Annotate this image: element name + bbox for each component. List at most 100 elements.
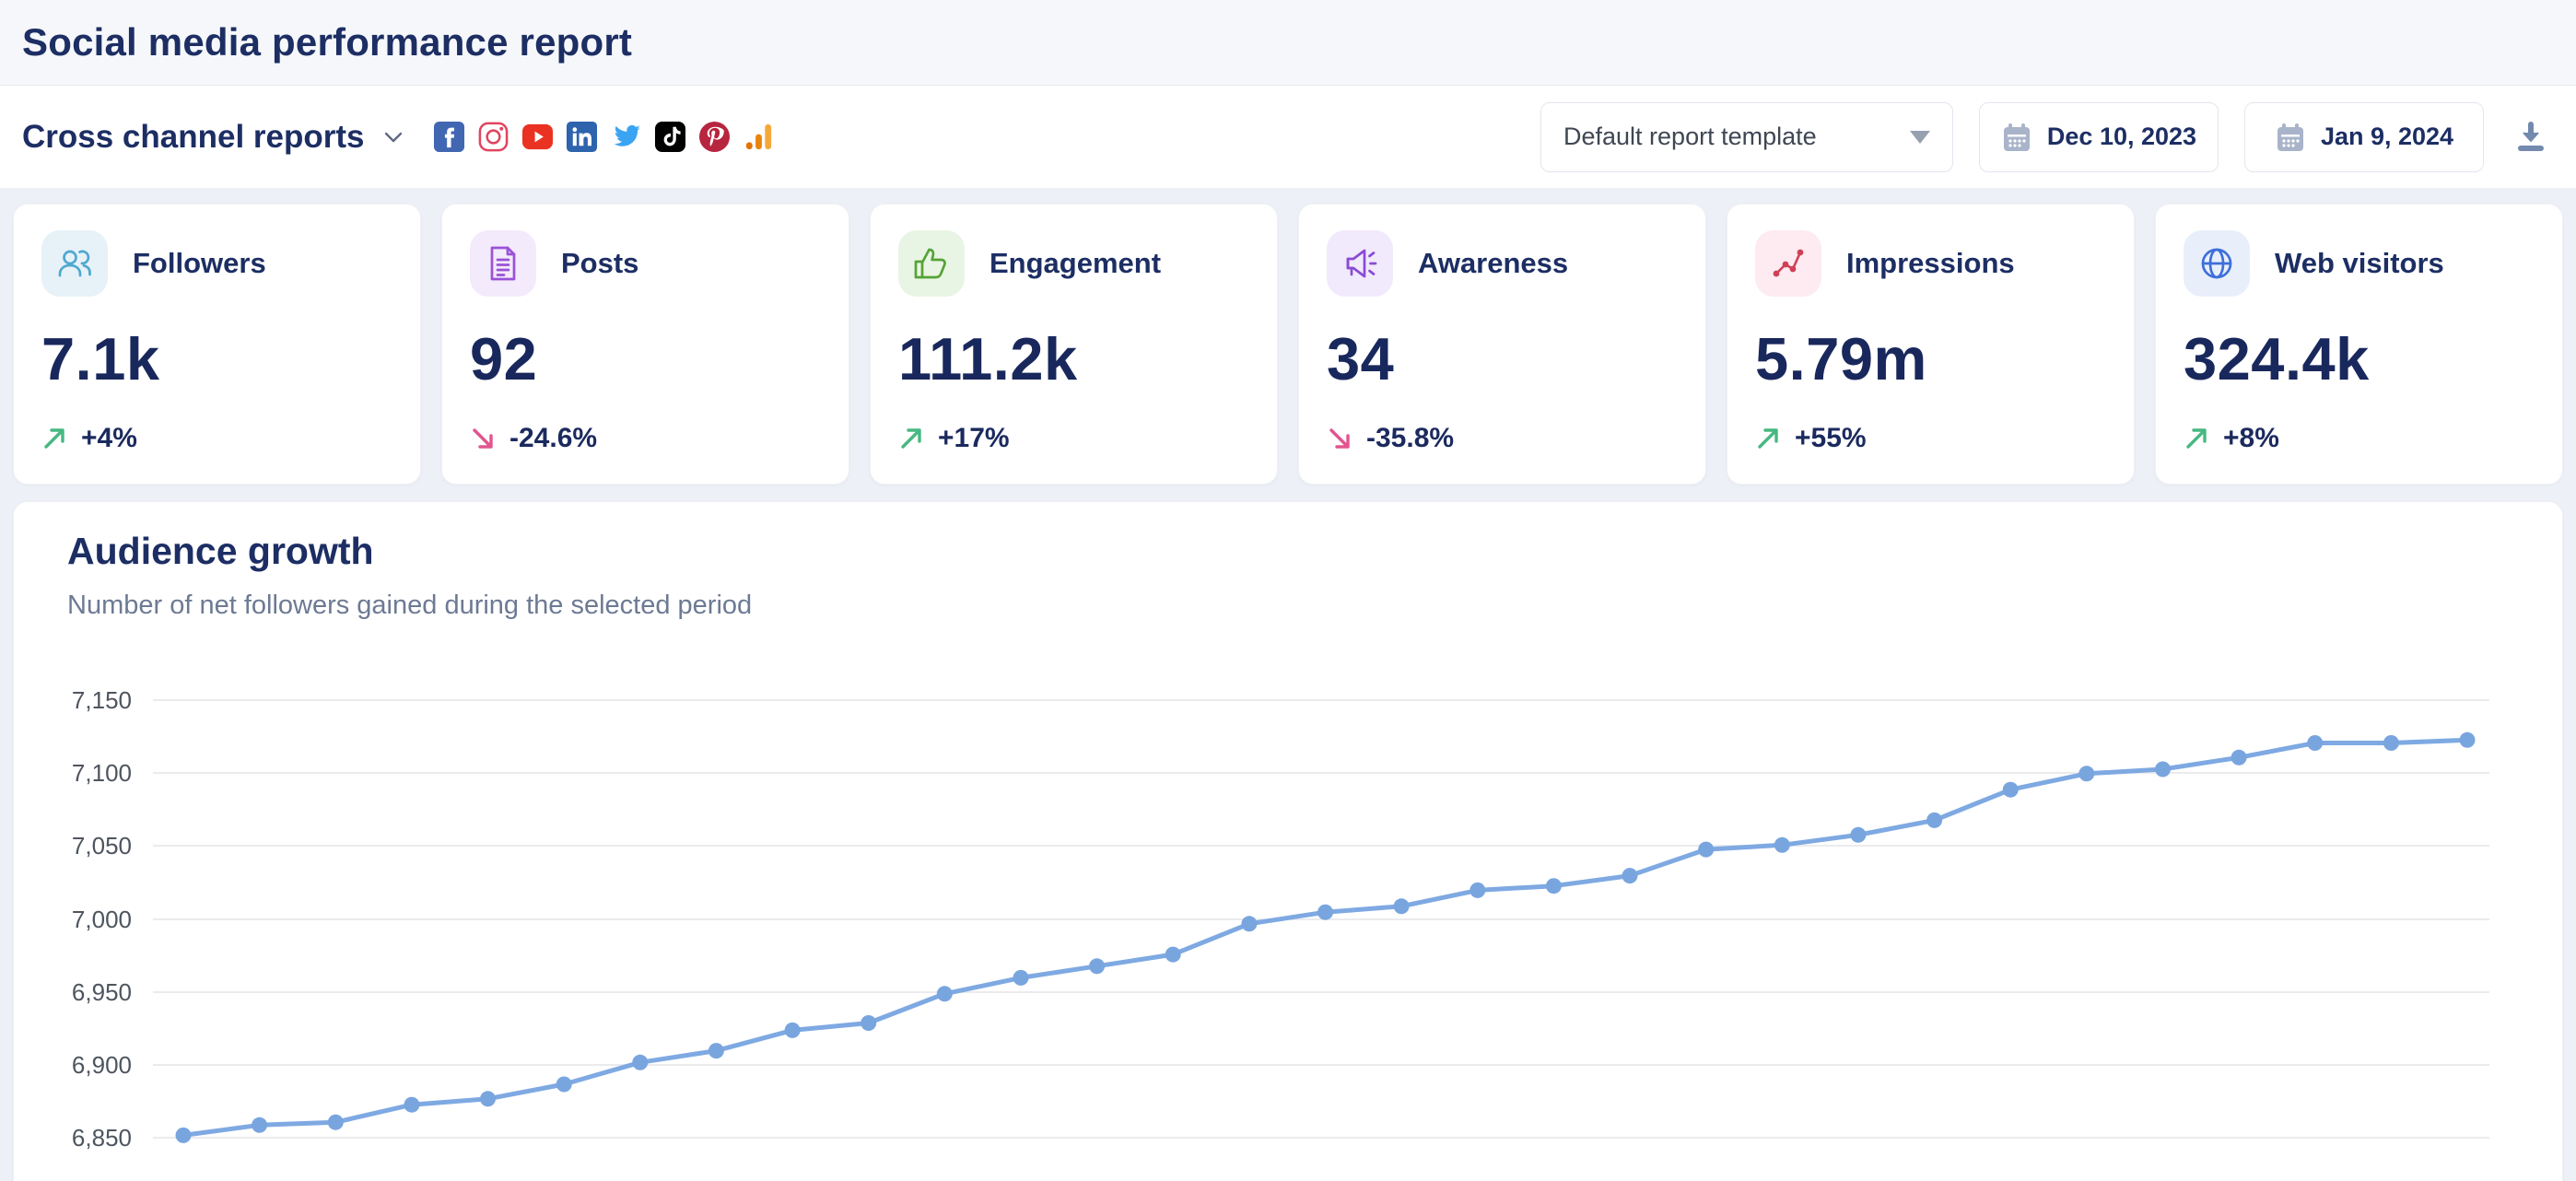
download-button[interactable]	[2510, 116, 2552, 158]
chart-point[interactable]	[176, 1128, 192, 1143]
awareness-tile	[1327, 230, 1393, 297]
report-section-picker[interactable]: Cross channel reports	[22, 119, 405, 156]
web-visitors-tile	[2184, 230, 2250, 297]
impressions-tile	[1755, 230, 1821, 297]
y-tick-label: 6,950	[14, 978, 132, 1007]
y-tick-label: 6,900	[14, 1051, 132, 1080]
calendar-icon	[2275, 122, 2306, 153]
metric-label: Followers	[133, 247, 266, 280]
chart-point[interactable]	[861, 1015, 876, 1031]
metric-label: Engagement	[989, 247, 1161, 280]
chart-point[interactable]	[1850, 827, 1866, 843]
chart-point[interactable]	[328, 1115, 344, 1130]
y-tick-label: 7,150	[14, 686, 132, 715]
share-nodes-icon	[1769, 244, 1808, 283]
instagram-icon[interactable]	[477, 121, 509, 153]
analytics-icon[interactable]	[743, 121, 775, 153]
trend-arrow-icon	[41, 426, 67, 451]
metric-delta: +8%	[2223, 423, 2279, 454]
chart-line	[183, 740, 2467, 1135]
megaphone-icon	[1341, 244, 1379, 283]
chart-point[interactable]	[2155, 762, 2171, 778]
trend-arrow-icon	[1755, 426, 1781, 451]
chart-point[interactable]	[708, 1043, 724, 1058]
users-icon	[55, 244, 94, 283]
chart-point[interactable]	[1926, 813, 1942, 828]
chart-point[interactable]	[1013, 970, 1029, 986]
chart-point[interactable]	[1165, 947, 1181, 963]
download-icon	[2512, 119, 2549, 156]
report-template-select[interactable]: Default report template	[1540, 102, 1953, 172]
audience-growth-card: Audience growth Number of net followers …	[13, 501, 2563, 1181]
metric-label: Awareness	[1418, 247, 1568, 280]
facebook-icon[interactable]	[433, 121, 465, 153]
chart-point[interactable]	[2078, 766, 2094, 781]
chart-point[interactable]	[1469, 883, 1485, 898]
document-icon	[484, 244, 522, 283]
date-to-value: Jan 9, 2024	[2321, 123, 2453, 151]
metric-card-engagement: Engagement 111.2k +17%	[870, 204, 1278, 485]
page-title: Social media performance report	[22, 20, 632, 64]
y-tick-label: 7,000	[14, 906, 132, 934]
report-template-value: Default report template	[1563, 123, 1910, 151]
chart-point[interactable]	[1089, 958, 1105, 974]
chart-point[interactable]	[1394, 898, 1410, 914]
y-tick-label: 7,050	[14, 832, 132, 860]
metric-label: Posts	[561, 247, 638, 280]
chart-point[interactable]	[2460, 732, 2476, 748]
chart-point[interactable]	[1622, 868, 1638, 883]
trend-arrow-icon	[470, 426, 496, 451]
y-tick-label: 7,100	[14, 759, 132, 788]
metric-card-followers: Followers 7.1k +4%	[13, 204, 421, 485]
chevron-down-icon[interactable]	[381, 125, 405, 149]
metric-value: 34	[1327, 324, 1678, 393]
metric-delta: +17%	[938, 423, 1010, 454]
chart-point[interactable]	[937, 986, 953, 1001]
engagement-tile	[898, 230, 965, 297]
metric-delta: +55%	[1795, 423, 1867, 454]
trend-arrow-icon	[1327, 426, 1352, 451]
chart-point[interactable]	[1698, 842, 1714, 858]
line-chart: 7,150 7,100 7,050 7,000 6,950 6,900 6,850	[14, 502, 2562, 1181]
chart-point[interactable]	[632, 1055, 648, 1070]
toolbar: Cross channel reports Default report tem…	[0, 86, 2576, 189]
chart-point[interactable]	[252, 1117, 267, 1133]
date-to-picker[interactable]: Jan 9, 2024	[2244, 102, 2484, 172]
chart-point[interactable]	[2003, 782, 2019, 798]
chart-point[interactable]	[2307, 735, 2323, 751]
thumbs-up-icon	[912, 244, 951, 283]
twitter-icon[interactable]	[610, 121, 642, 153]
chart-point[interactable]	[2383, 735, 2399, 751]
caret-down-icon	[1910, 131, 1930, 144]
metric-card-impressions: Impressions 5.79m +55%	[1727, 204, 2135, 485]
section-title: Cross channel reports	[22, 119, 365, 156]
metric-value: 324.4k	[2184, 324, 2535, 393]
chart-point[interactable]	[1546, 878, 1562, 894]
chart-point[interactable]	[2231, 750, 2247, 766]
chart-point[interactable]	[480, 1091, 496, 1106]
chart-point[interactable]	[404, 1097, 419, 1113]
posts-tile	[470, 230, 536, 297]
date-from-picker[interactable]: Dec 10, 2023	[1979, 102, 2219, 172]
followers-tile	[41, 230, 108, 297]
chart-point[interactable]	[1774, 837, 1790, 853]
calendar-icon	[2001, 122, 2032, 153]
tiktok-icon[interactable]	[654, 121, 686, 153]
metric-delta: +4%	[81, 423, 137, 454]
metric-label: Web visitors	[2275, 247, 2444, 280]
linkedin-icon[interactable]	[566, 121, 598, 153]
youtube-icon[interactable]	[521, 121, 554, 153]
metric-value: 5.79m	[1755, 324, 2106, 393]
metric-value: 111.2k	[898, 324, 1249, 393]
metric-card-awareness: Awareness 34 -35.8%	[1298, 204, 1706, 485]
chart-point[interactable]	[1241, 916, 1257, 931]
metric-delta: -35.8%	[1366, 423, 1454, 454]
trend-arrow-icon	[2184, 426, 2209, 451]
chart-point[interactable]	[785, 1023, 801, 1038]
metric-cards: Followers 7.1k +4% Posts 92 -24.6% Engag…	[0, 189, 2576, 485]
globe-icon	[2197, 244, 2236, 283]
chart-point[interactable]	[1317, 905, 1333, 920]
y-tick-label: 6,850	[14, 1124, 132, 1152]
pinterest-icon[interactable]	[698, 121, 731, 153]
chart-point[interactable]	[556, 1077, 572, 1093]
